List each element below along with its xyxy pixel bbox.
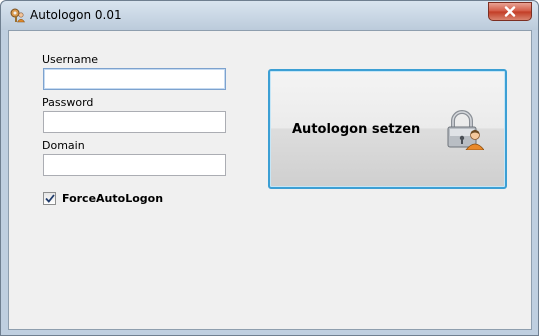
checkmark-icon	[44, 193, 55, 203]
title-bar[interactable]: Autologon 0.01	[1, 1, 538, 30]
domain-field[interactable]	[43, 154, 226, 176]
close-button[interactable]	[488, 2, 532, 21]
autologon-setzen-button[interactable]: Autologon setzen	[268, 69, 507, 189]
close-icon	[504, 6, 516, 17]
autologon-setzen-label: Autologon setzen	[292, 122, 421, 137]
window-title: Autologon 0.01	[30, 8, 122, 22]
domain-label: Domain	[42, 139, 85, 152]
force-autologon-label: ForceAutoLogon	[62, 191, 164, 205]
password-label: Password	[42, 96, 94, 109]
user-key-icon	[10, 8, 25, 23]
lock-user-icon	[447, 110, 484, 150]
username-label: Username	[42, 53, 99, 66]
client-area: Username Password Domain ForceAutoLogon …	[8, 30, 532, 330]
force-autologon-checkbox[interactable]	[43, 191, 56, 205]
app-window: Autologon 0.01 Username Password Domain …	[0, 0, 539, 336]
password-field[interactable]	[43, 111, 226, 133]
username-field[interactable]	[43, 68, 226, 90]
force-autologon-checkbox-row[interactable]: ForceAutoLogon	[43, 190, 163, 206]
